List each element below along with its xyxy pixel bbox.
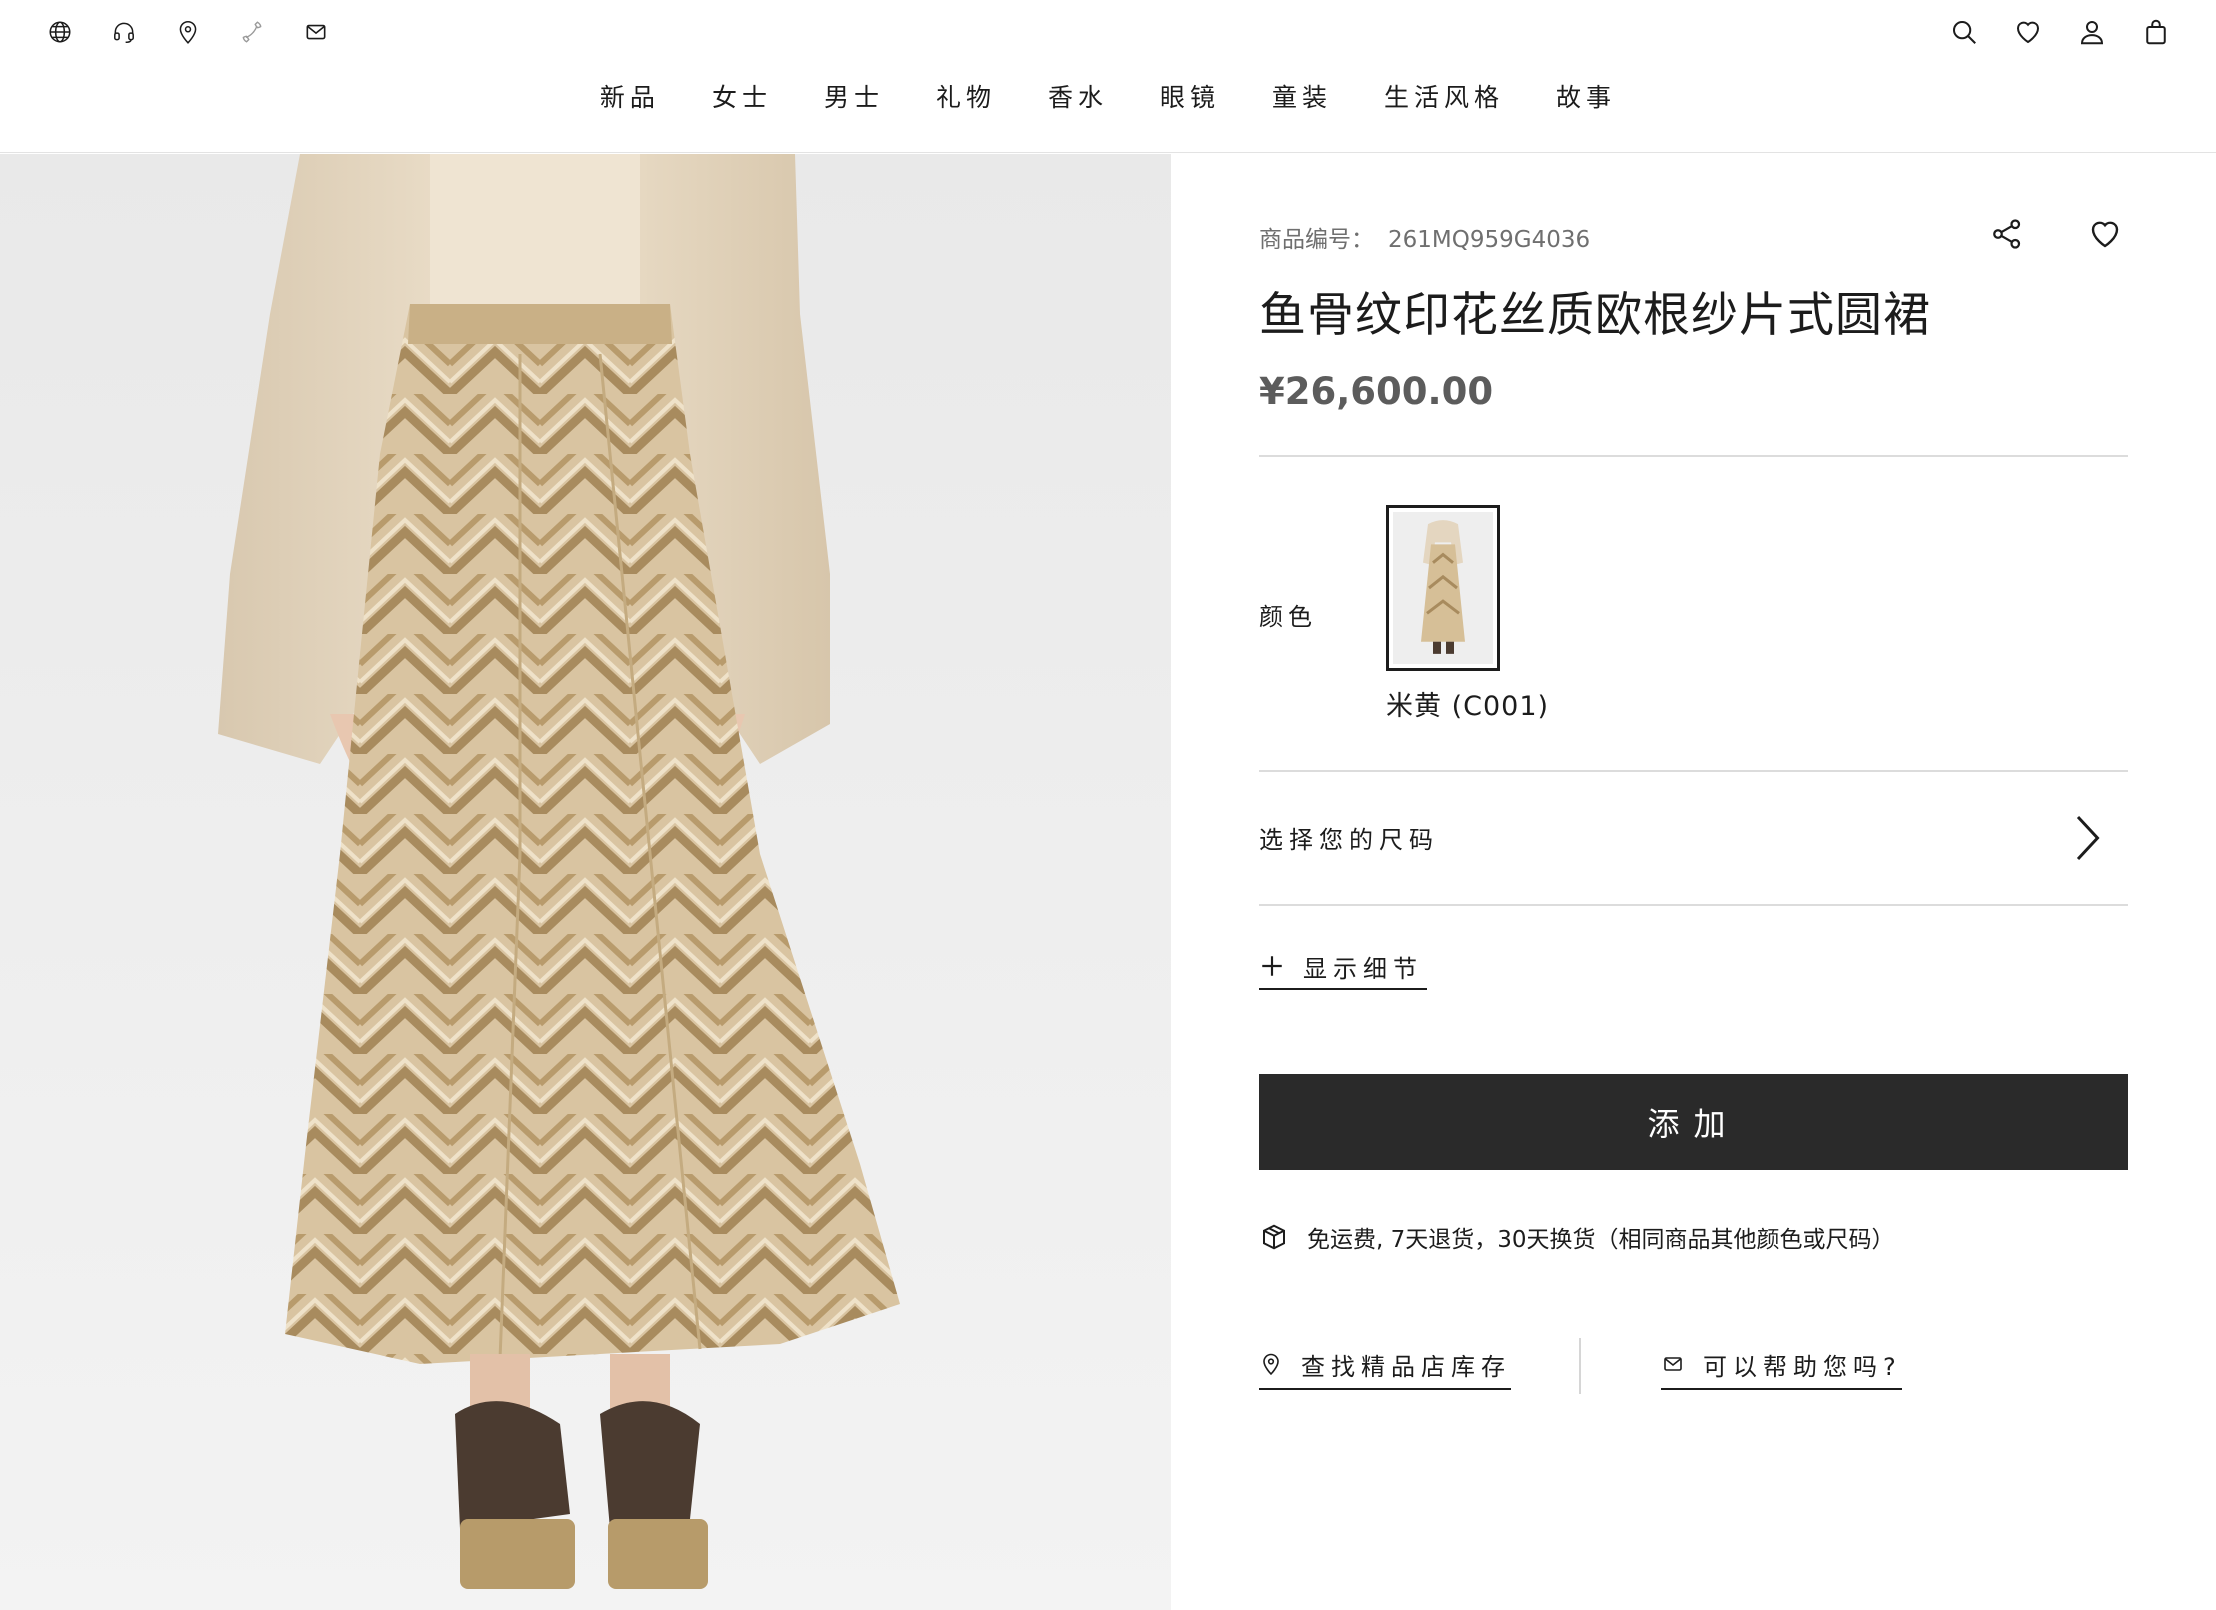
product-price: ¥26,600.00 [1259,370,1494,413]
user-icon[interactable] [2074,14,2110,50]
product-title: 鱼骨纹印花丝质欧根纱片式圆裙 [1259,288,1931,343]
phone-icon[interactable] [234,14,270,50]
mail-icon[interactable] [298,14,334,50]
site-header: 新品 女士 男士 礼物 香水 眼镜 童装 生活风格 故事 [0,0,2216,153]
link-separator [1579,1338,1581,1394]
nav-item-men[interactable]: 男士 [824,78,884,114]
headset-icon[interactable] [106,14,142,50]
sku: 商品编号： 261MQ959G4036 [1259,220,1604,254]
find-in-store-label: 查找精品店库存 [1301,1352,1511,1381]
nav-item-gifts[interactable]: 礼物 [936,78,996,114]
help-link[interactable]: 可以帮助您吗? [1661,1340,1902,1390]
nav-item-lifestyle[interactable]: 生活风格 [1384,78,1504,114]
nav-item-kids[interactable]: 童装 [1272,78,1332,114]
plus-icon [1262,956,1282,976]
wishlist-heart-icon[interactable] [2087,216,2129,258]
package-icon [1263,1224,1285,1250]
nav-item-eyewear[interactable]: 眼镜 [1160,78,1220,114]
share-icon[interactable] [1989,216,2031,258]
sku-value: 261MQ959G4036 [1388,227,1591,253]
utility-bar [42,14,334,50]
show-details-label: 显示细节 [1303,954,1423,983]
help-link-label: 可以帮助您吗? [1703,1352,1902,1381]
chevron-right-icon [2076,815,2100,860]
location-pin-icon[interactable] [170,14,206,50]
nav-item-fragrance[interactable]: 香水 [1048,78,1108,114]
add-to-bag-button[interactable]: 添加 [1259,1074,2128,1170]
location-pin-icon [1263,1353,1279,1376]
nav-item-stories[interactable]: 故事 [1556,78,1616,114]
heart-icon[interactable] [2010,14,2046,50]
globe-icon[interactable] [42,14,78,50]
shopping-bag-icon[interactable] [2138,14,2174,50]
sku-label: 商品编号： [1259,227,1374,253]
product-image[interactable] [0,154,1171,1610]
nav-item-women[interactable]: 女士 [712,78,772,114]
shipping-note: 免运费, 7天退货，30天换货（相同商品其他颜色或尺码） [1307,1227,1895,1253]
swatch-thumbnail [1393,512,1493,664]
size-selector-label: 选择您的尺码 [1259,826,1439,854]
account-actions [1946,14,2174,50]
color-label: 颜色 [1259,603,1317,631]
divider [1259,904,2128,906]
find-in-store-link[interactable]: 查找精品店库存 [1259,1340,1511,1390]
selected-color-name: 米黄 (C001) [1386,691,1550,722]
main-nav: 新品 女士 男士 礼物 香水 眼镜 童装 生活风格 故事 [0,78,2216,114]
size-selector[interactable]: 选择您的尺码 [1259,771,2128,904]
search-icon[interactable] [1946,14,1982,50]
color-swatch[interactable] [1386,505,1500,671]
mail-icon [1664,1357,1682,1371]
nav-item-new[interactable]: 新品 [600,78,660,114]
show-details-toggle[interactable]: 显示细节 [1259,944,1427,990]
divider [1259,455,2128,457]
shipping-info: 免运费, 7天退货，30天换货（相同商品其他颜色或尺码） [1259,1220,1895,1254]
